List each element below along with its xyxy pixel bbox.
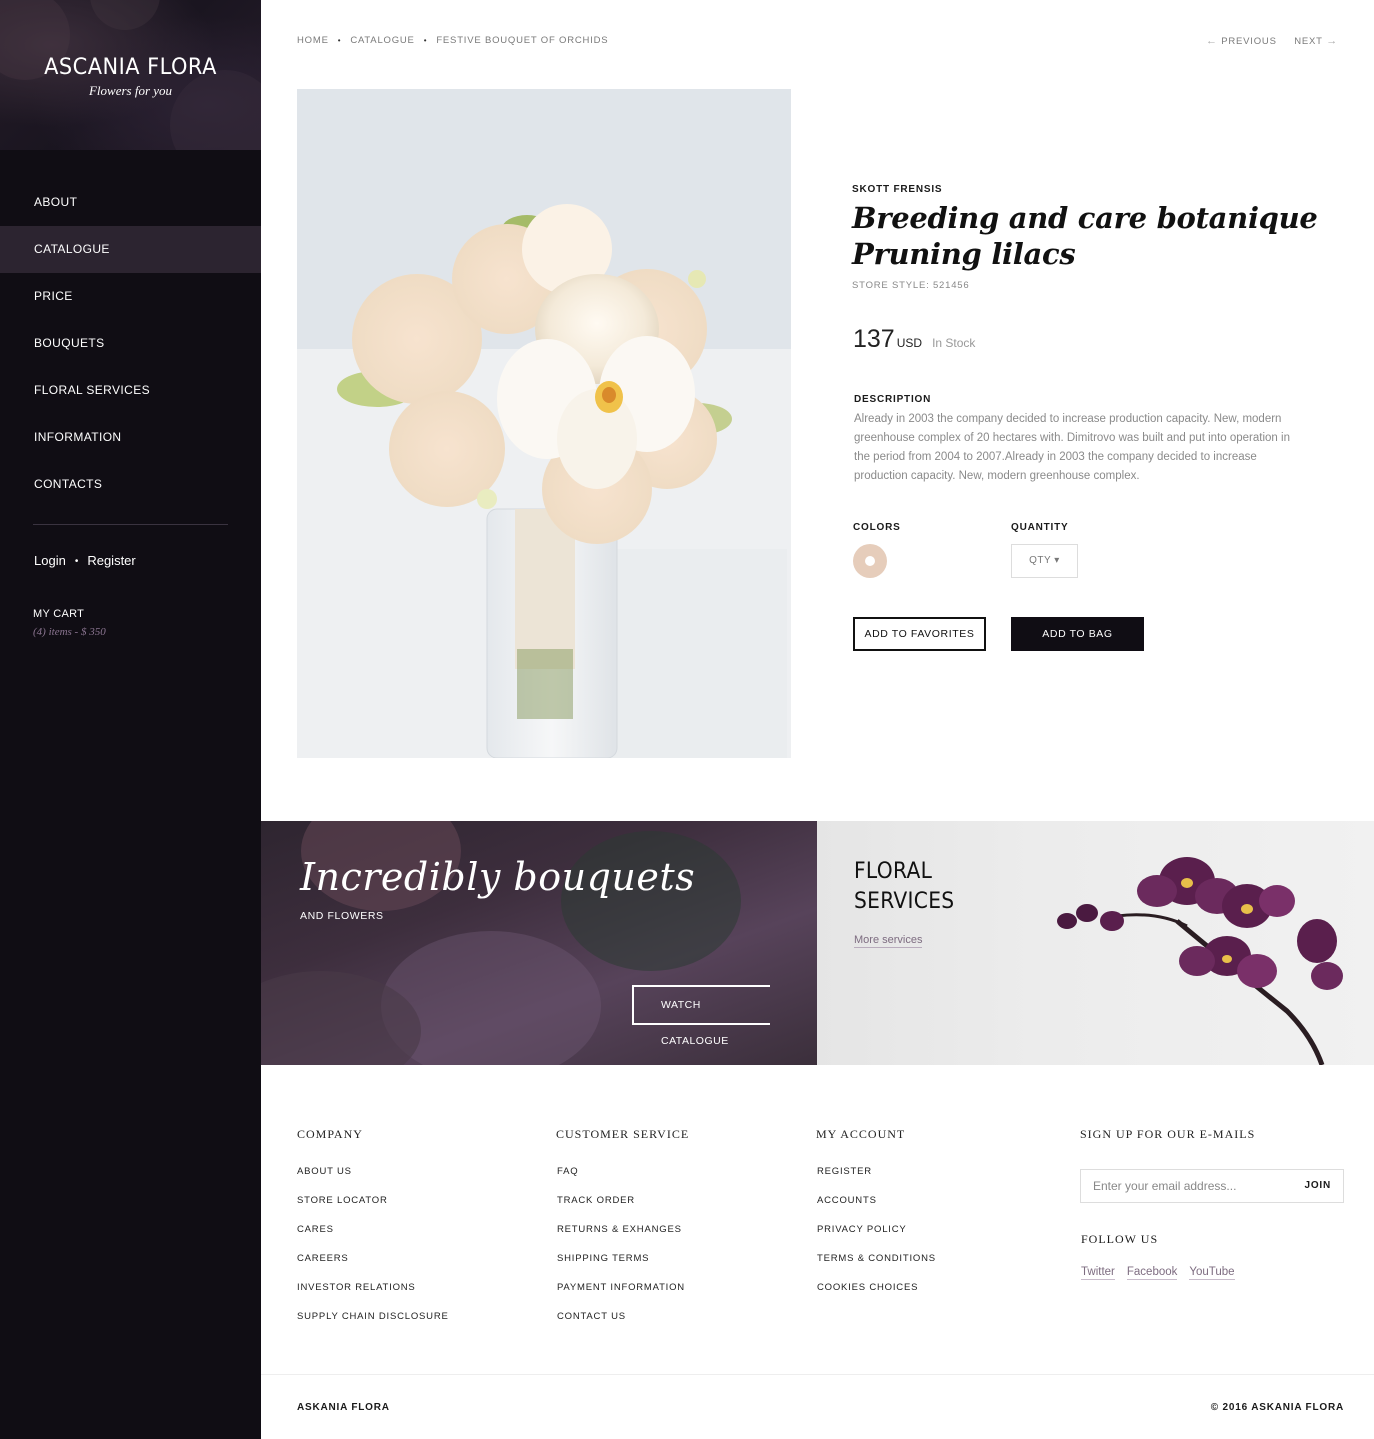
- floral-texture: [170, 70, 261, 150]
- floral-services-title-line2: SERVICES: [854, 889, 955, 914]
- watch-catalogue-button[interactable]: WATCH CATALOGUE: [632, 985, 770, 1047]
- floral-services-title: FLORAL SERVICES: [854, 857, 954, 917]
- promo-subtitle: AND FLOWERS: [300, 910, 384, 922]
- main-nav: ABOUT CATALOGUE PRICE BOUQUETS FLORAL SE…: [0, 179, 261, 508]
- footer-link[interactable]: SUPPLY CHAIN DISCLOSURE: [297, 1311, 449, 1340]
- copyright: © 2016 ASKANIA FLORA: [1210, 1402, 1344, 1413]
- footer-customer-heading: CUSTOMER SERVICE: [556, 1127, 690, 1141]
- stock-status: In Stock: [932, 336, 976, 350]
- brand-logo-title[interactable]: ASCANIA FLORA: [7, 55, 255, 80]
- breadcrumb-catalogue[interactable]: CATALOGUE: [350, 35, 414, 46]
- login-link[interactable]: Login: [34, 553, 66, 568]
- product-title-line1: Breeding and care botanique: [852, 201, 1318, 235]
- product-maker: SKOTT FRENSIS: [852, 184, 943, 195]
- register-link[interactable]: Register: [87, 553, 135, 568]
- next-label: NEXT: [1294, 36, 1323, 47]
- email-input[interactable]: [1081, 1170, 1291, 1202]
- footer-brand: ASKANIA FLORA: [297, 1402, 390, 1413]
- footer-link[interactable]: TRACK ORDER: [557, 1195, 685, 1224]
- arrow-left-icon: ←: [1205, 35, 1218, 47]
- footer-link[interactable]: CONTACT US: [557, 1311, 685, 1340]
- email-signup-form: JOIN: [1080, 1169, 1344, 1203]
- breadcrumb-home[interactable]: HOME: [297, 35, 329, 46]
- breadcrumb-separator: •: [423, 36, 428, 45]
- add-to-bag-button[interactable]: ADD TO BAG: [1011, 617, 1144, 651]
- breadcrumb-current: FESTIVE BOUQUET OF ORCHIDS: [436, 35, 609, 46]
- price-currency: USD: [896, 336, 923, 350]
- nav-item-information[interactable]: INFORMATION: [0, 414, 261, 461]
- footer-link[interactable]: TERMS & CONDITIONS: [817, 1253, 936, 1282]
- colors-heading: COLORS: [853, 522, 901, 533]
- footer-link[interactable]: RETURNS & EXHANGES: [557, 1224, 685, 1253]
- nav-item-price[interactable]: PRICE: [0, 273, 261, 320]
- nav-divider: [33, 524, 228, 525]
- social-links: Twitter Facebook YouTube: [1081, 1266, 1247, 1280]
- footer-link[interactable]: PRIVACY POLICY: [817, 1224, 936, 1253]
- footer-divider: [261, 1374, 1374, 1375]
- footer-company-heading: COMPANY: [297, 1127, 363, 1141]
- facebook-link[interactable]: Facebook: [1126, 1266, 1178, 1280]
- cart-title[interactable]: MY CART: [33, 608, 84, 620]
- product-title-line2: Pruning lilacs: [852, 237, 1076, 271]
- breadcrumb-separator: •: [337, 36, 342, 45]
- brand-header[interactable]: ASCANIA FLORA Flowers for you: [0, 0, 261, 150]
- leaf-texture: [561, 831, 741, 971]
- product-image[interactable]: [297, 89, 791, 758]
- brand-tagline: Flowers for you: [88, 83, 173, 98]
- auth-links: Login • Register: [34, 553, 136, 568]
- footer-account-list: REGISTER ACCOUNTS PRIVACY POLICY TERMS &…: [817, 1166, 936, 1311]
- color-swatch[interactable]: [853, 544, 887, 578]
- previous-link[interactable]: ← PREVIOUS: [1206, 35, 1277, 47]
- footer-link[interactable]: FAQ: [557, 1166, 685, 1195]
- breadcrumb: HOME • CATALOGUE • FESTIVE BOUQUET OF ORCHID…: [297, 35, 608, 46]
- footer-link[interactable]: STORE LOCATOR: [297, 1195, 449, 1224]
- bouquet-illustration: [297, 89, 791, 758]
- add-to-favorites-button[interactable]: ADD TO FAVORITES: [853, 617, 986, 651]
- footer-link[interactable]: INVESTOR RELATIONS: [297, 1282, 449, 1311]
- footer-link[interactable]: ABOUT US: [297, 1166, 449, 1195]
- promo-title: Incredibly bouquets: [300, 855, 696, 899]
- footer-link[interactable]: ACCOUNTS: [817, 1195, 936, 1224]
- cart-summary[interactable]: (4) items - $ 350: [33, 626, 106, 638]
- footer-link[interactable]: REGISTER: [817, 1166, 936, 1195]
- join-button[interactable]: JOIN: [1304, 1180, 1331, 1191]
- signup-heading: SIGN UP FOR OUR E-MAILS: [1080, 1127, 1256, 1141]
- sidebar: ASCANIA FLORA Flowers for you ABOUT CATA…: [0, 0, 261, 1439]
- footer-link[interactable]: PAYMENT INFORMATION: [557, 1282, 685, 1311]
- description-heading: DESCRIPTION: [854, 394, 932, 405]
- product-title: Breeding and care botanique Pruning lila…: [852, 200, 1332, 272]
- footer-company-list: ABOUT US STORE LOCATOR CARES CAREERS INV…: [297, 1166, 449, 1340]
- nav-item-contacts[interactable]: CONTACTS: [0, 461, 261, 508]
- nav-item-bouquets[interactable]: BOUQUETS: [0, 320, 261, 367]
- footer-link[interactable]: CARES: [297, 1224, 449, 1253]
- footer-link[interactable]: SHIPPING TERMS: [557, 1253, 685, 1282]
- nav-item-floral-services[interactable]: FLORAL SERVICES: [0, 367, 261, 414]
- next-link[interactable]: NEXT →: [1294, 35, 1338, 47]
- footer-account-heading: MY ACCOUNT: [816, 1127, 906, 1141]
- store-style-code: STORE STYLE: 521456: [852, 280, 970, 291]
- quantity-heading: QUANTITY: [1011, 522, 1069, 533]
- footer-customer-list: FAQ TRACK ORDER RETURNS & EXHANGES SHIPP…: [557, 1166, 685, 1340]
- footer-link[interactable]: CAREERS: [297, 1253, 449, 1282]
- quantity-select[interactable]: QTY ▾: [1011, 544, 1078, 578]
- floral-services-title-line1: FLORAL: [854, 859, 933, 884]
- follow-us-heading: FOLLOW US: [1081, 1232, 1159, 1246]
- price-value: 137: [853, 325, 895, 353]
- more-services-link[interactable]: More services: [854, 934, 923, 948]
- previous-label: PREVIOUS: [1221, 36, 1277, 47]
- auth-separator: •: [74, 556, 79, 567]
- twitter-link[interactable]: Twitter: [1081, 1266, 1115, 1280]
- floral-texture: [90, 0, 160, 30]
- description-text: Already in 2003 the company decided to i…: [854, 413, 1290, 482]
- nav-item-about[interactable]: ABOUT: [0, 179, 261, 226]
- youtube-link[interactable]: YouTube: [1189, 1266, 1235, 1280]
- footer-link[interactable]: COOKIES CHOICES: [817, 1282, 936, 1311]
- product-pager: ← PREVIOUS NEXT →: [1206, 35, 1338, 47]
- price-block: 137 USD In Stock: [853, 325, 975, 354]
- arrow-right-icon: →: [1326, 35, 1338, 47]
- nav-item-catalogue[interactable]: CATALOGUE: [0, 226, 261, 273]
